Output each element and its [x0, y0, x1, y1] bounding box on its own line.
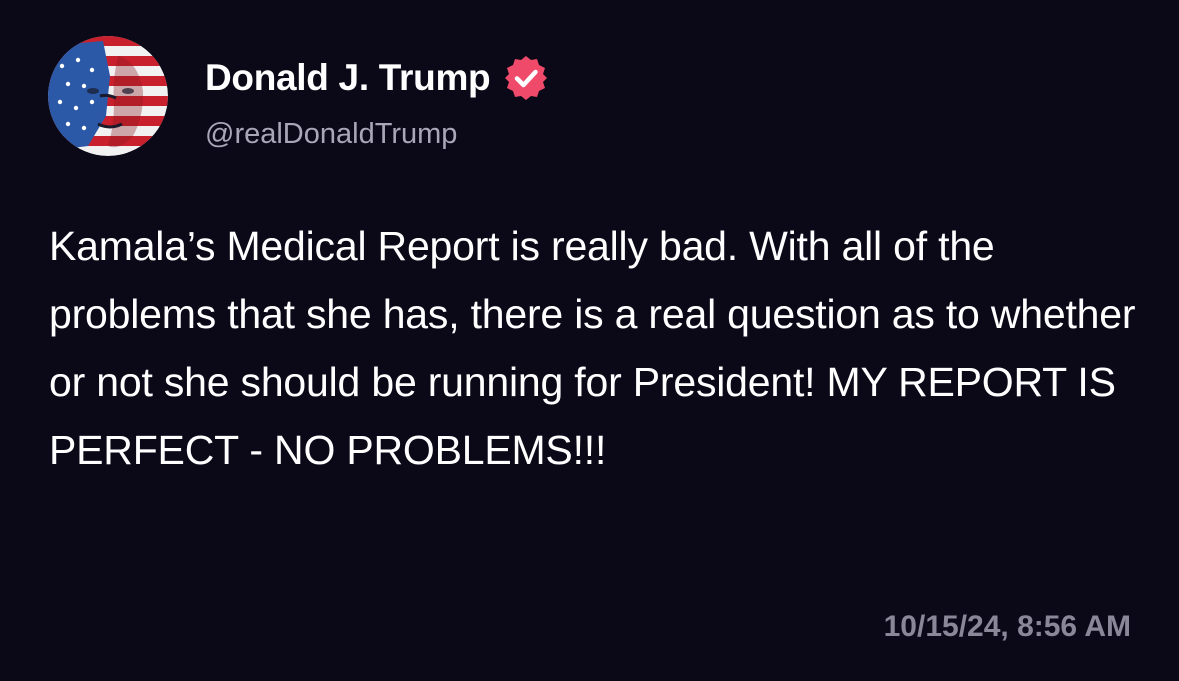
author-handle[interactable]: @realDonaldTrump — [205, 118, 457, 151]
author-name-row: Donald J. Trump — [205, 56, 550, 100]
post-timestamp[interactable]: 10/15/24, 8:56 AM — [884, 610, 1131, 644]
verified-check-icon — [502, 54, 550, 102]
post-card: Donald J. Trump @realDonaldTrump Kamala’… — [0, 0, 1179, 681]
author-name[interactable]: Donald J. Trump — [205, 57, 491, 99]
post-text: Kamala’s Medical Report is really bad. W… — [49, 223, 1136, 473]
avatar-flag-portrait-image — [48, 36, 168, 156]
author-avatar[interactable] — [48, 36, 168, 156]
